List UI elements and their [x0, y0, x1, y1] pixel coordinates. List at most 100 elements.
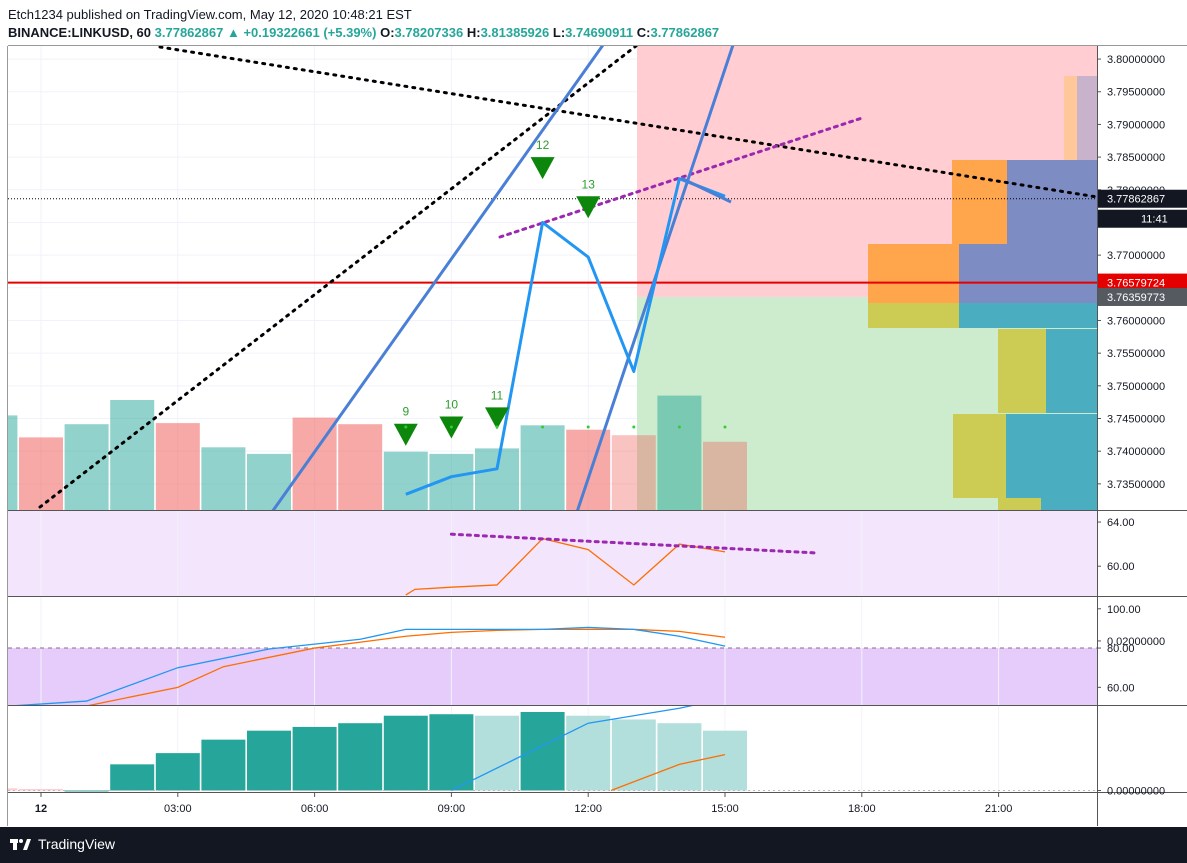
td-count-label: 11 [491, 388, 504, 402]
macd-histogram-bar [475, 715, 519, 791]
volume-profile-bar [1006, 414, 1097, 498]
volume-profile-bar [868, 303, 959, 328]
time-tick-label: 12:00 [574, 803, 602, 815]
price-tick-label: 3.77000000 [1107, 250, 1165, 262]
volume-profile-bar [1041, 498, 1097, 510]
rsi-tick-label: 60.00 [1107, 561, 1135, 573]
macd-histogram-bar [383, 715, 428, 791]
price-axis-label: 3.77862867 [1107, 194, 1165, 206]
volume-bar [520, 425, 565, 510]
macd-histogram-bar [247, 730, 291, 791]
volume-bar [110, 400, 155, 510]
rsi-pane [8, 511, 1097, 596]
volume-bar [566, 429, 611, 510]
symbol-name[interactable]: BINANCE:LINKUSD, 60 [8, 25, 151, 40]
volume-profile-bar [959, 244, 1097, 303]
price-axis-label: 11:41 [1141, 214, 1168, 226]
time-tick-label: 21:00 [985, 803, 1013, 815]
price-tick-label: 3.75500000 [1107, 348, 1165, 360]
macd-pane [8, 706, 1097, 792]
open-label: O: [380, 25, 395, 40]
tradingview-logo[interactable]: TradingView [10, 836, 115, 852]
td-dot [449, 425, 453, 429]
volume-profile-bar [1046, 329, 1097, 413]
volume-profile-bar [1077, 76, 1097, 160]
time-tick-label: 12 [35, 803, 47, 815]
macd-histogram-bar [338, 723, 383, 791]
footer-bar: TradingView [0, 827, 1187, 863]
macd-histogram-bar [64, 790, 109, 792]
macd-histogram-bar [155, 753, 200, 791]
volume-profile-bar [868, 244, 959, 303]
volume-profile-bar [959, 303, 1097, 328]
high-value: 3.81385926 [480, 25, 550, 40]
price-tick-label: 3.79000000 [1107, 119, 1165, 131]
td-dot [495, 425, 499, 429]
td-dot [541, 425, 545, 429]
macd-tick-label: 0.00000000 [1107, 786, 1165, 798]
volume-profile-bar [953, 414, 1006, 498]
open-value: 3.78207336 [394, 25, 464, 40]
price-axis-label: 3.76359773 [1107, 292, 1165, 304]
td-count-label: 13 [582, 177, 596, 191]
volume-bar [611, 435, 656, 510]
volume-bar [703, 441, 747, 510]
tradingview-logo-icon [10, 839, 31, 850]
volume-bar [19, 437, 63, 510]
volume-bar [8, 415, 18, 510]
publish-info: Etch1234 published on TradingView.com, M… [8, 7, 412, 22]
td-dot [723, 425, 727, 429]
price-tick-label: 3.78500000 [1107, 152, 1165, 164]
high-label: H: [466, 25, 481, 40]
volume-bar [155, 423, 200, 510]
td-dot [632, 425, 636, 429]
symbol-legend: BINANCE:LINKUSD, 60 3.77862867 ▲ +0.1932… [8, 25, 719, 40]
volume-bar [383, 451, 428, 510]
stoch-pane [8, 597, 1097, 705]
price-tick-label: 3.73500000 [1107, 479, 1165, 491]
rsi-background [8, 511, 1097, 596]
macd-histogram-bar [19, 789, 63, 791]
macd-histogram-bar [110, 764, 155, 791]
volume-profile-bar [998, 498, 1041, 510]
time-tick-label: 18:00 [848, 803, 876, 815]
td-count-label: 9 [402, 405, 409, 419]
volume-bar [201, 447, 246, 510]
change-arrow-icon: ▲ [226, 25, 240, 40]
volume-bar [657, 395, 702, 510]
chart-canvas: 9 10 11 12 13 3.80000000 3.79500000 3.79000000 3… [7, 45, 1187, 826]
volume-profile-bar [998, 329, 1046, 413]
volume-bar [338, 424, 383, 510]
volume-bar [475, 448, 519, 510]
td-dot [404, 425, 408, 429]
price-tick-label: 3.74000000 [1107, 446, 1165, 458]
volume-bar [247, 453, 291, 510]
price-tick-label: 3.79500000 [1107, 87, 1165, 99]
macd-histogram-bar [201, 739, 246, 791]
low-label: L: [552, 25, 566, 40]
macd-tick-label: 0.02000000 [1107, 636, 1165, 648]
low-value: 3.74690911 [565, 25, 634, 40]
last-price: 3.77862867 [154, 25, 224, 40]
volume-bar [64, 424, 109, 510]
price-tick-label: 3.76000000 [1107, 315, 1165, 327]
price-change: +0.19322661 (+5.39%) [243, 25, 377, 40]
macd-histogram-bar [566, 715, 611, 791]
td-dot [586, 425, 590, 429]
close-label: C: [636, 25, 651, 40]
close-value: 3.77862867 [650, 25, 720, 40]
td-sell-setup-icon [530, 157, 555, 180]
stoch-band [8, 648, 1097, 705]
macd-histogram-bar [703, 730, 747, 791]
tradingview-brand: TradingView [38, 836, 116, 852]
td-dot [677, 425, 681, 429]
macd-histogram-bar [657, 723, 702, 791]
price-pane: 9 10 11 12 13 [8, 46, 1097, 510]
time-tick-label: 09:00 [438, 803, 466, 815]
macd-histogram-bar [292, 726, 337, 791]
volume-profile-bar [952, 160, 1007, 244]
macd-histogram-bar [611, 719, 656, 791]
price-tick-label: 3.75000000 [1107, 381, 1165, 393]
td-count-label: 10 [445, 398, 459, 412]
price-tick-label: 3.80000000 [1107, 54, 1165, 66]
